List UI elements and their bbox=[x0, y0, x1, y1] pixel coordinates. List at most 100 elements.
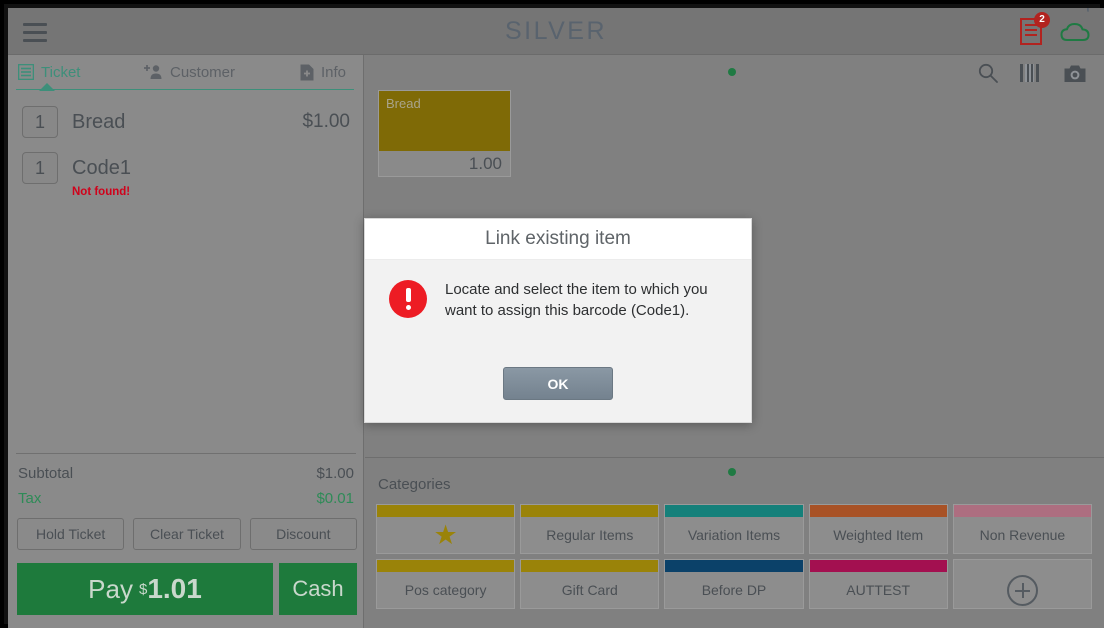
tab-info[interactable]: Info bbox=[300, 64, 346, 81]
items-page-indicator-dot bbox=[728, 68, 736, 76]
category-label: Weighted Item bbox=[833, 527, 924, 543]
category-non-revenue[interactable]: Non Revenue bbox=[952, 504, 1092, 554]
item-tile-price: 1.00 bbox=[379, 151, 510, 176]
category-auttest[interactable]: AUTTEST bbox=[808, 559, 948, 609]
add-category-button[interactable] bbox=[952, 559, 1092, 609]
brand-logo-text: SILVER bbox=[504, 17, 608, 45]
category-color-strip bbox=[521, 560, 659, 572]
active-tab-underline bbox=[16, 89, 354, 90]
category-gift-card[interactable]: Gift Card bbox=[520, 559, 660, 609]
plus-circle-icon bbox=[1006, 574, 1038, 606]
payment-buttons: Pay $ 1.01 Cash bbox=[17, 563, 357, 615]
category-color-strip bbox=[665, 505, 803, 517]
tax-label: Tax bbox=[18, 490, 42, 507]
category-before-dp[interactable]: Before DP bbox=[664, 559, 804, 609]
category-label: Variation Items bbox=[687, 527, 781, 543]
tax-value: $0.01 bbox=[316, 490, 354, 507]
items-toolbar bbox=[978, 63, 1086, 83]
ticket-action-buttons: Hold Ticket Clear Ticket Discount bbox=[17, 518, 357, 550]
file-add-icon bbox=[300, 64, 314, 80]
receipt-badge-count: 2 bbox=[1034, 12, 1050, 28]
category-pos-category[interactable]: Pos category bbox=[376, 559, 516, 609]
barcode-icon[interactable] bbox=[1020, 64, 1042, 82]
header-actions: 2 bbox=[1020, 8, 1090, 55]
ticket-tabs: Ticket Customer Info bbox=[8, 55, 364, 89]
add-person-icon bbox=[144, 65, 162, 79]
subtotal-row: Subtotal $1.00 bbox=[18, 465, 354, 482]
dialog-actions: OK bbox=[365, 367, 751, 400]
category-color-strip bbox=[377, 505, 515, 517]
subtotal-label: Subtotal bbox=[18, 465, 74, 482]
categories-label: Categories bbox=[378, 476, 451, 493]
dialog-body: Locate and select the item to which you … bbox=[365, 260, 751, 321]
categories-grid: ★ Regular Items Variation Items Weighted… bbox=[376, 504, 1092, 609]
pay-button[interactable]: Pay $ 1.01 bbox=[17, 563, 273, 615]
category-label: Gift Card bbox=[561, 582, 618, 598]
cash-button[interactable]: Cash bbox=[279, 563, 357, 615]
line-price: $1.00 bbox=[302, 111, 350, 132]
ok-button[interactable]: OK bbox=[503, 367, 613, 400]
pay-amount: 1.01 bbox=[147, 573, 202, 604]
hold-ticket-button[interactable]: Hold Ticket bbox=[17, 518, 125, 550]
line-qty[interactable]: 1 bbox=[22, 106, 58, 138]
category-label: Pos category bbox=[404, 582, 487, 598]
tablet-device-frame: SILVER 2 Ticket Customer Info 1 Bread $1… bbox=[0, 0, 1104, 628]
brand-logo: SILVER bbox=[8, 8, 1104, 55]
category-regular-items[interactable]: Regular Items bbox=[520, 504, 660, 554]
category-color-strip bbox=[809, 505, 947, 517]
pos-app-screen: SILVER 2 Ticket Customer Info 1 Bread $1… bbox=[8, 8, 1104, 628]
category-label bbox=[954, 572, 1091, 608]
app-header-bar: SILVER 2 bbox=[8, 8, 1104, 55]
category-label: Non Revenue bbox=[979, 527, 1066, 543]
category-color-strip bbox=[809, 560, 947, 572]
category-favorites[interactable]: ★ bbox=[376, 504, 516, 554]
totals-divider bbox=[16, 453, 356, 454]
discount-button[interactable]: Discount bbox=[249, 518, 357, 550]
category-label: Regular Items bbox=[546, 527, 634, 543]
pay-currency: $ bbox=[138, 580, 148, 598]
search-icon[interactable] bbox=[978, 63, 998, 83]
dialog-message: Locate and select the item to which you … bbox=[445, 281, 708, 319]
category-label: ★ bbox=[377, 517, 514, 553]
receipt-icon[interactable]: 2 bbox=[1020, 12, 1050, 45]
category-label: Before DP bbox=[701, 582, 767, 598]
pay-label: Pay bbox=[88, 573, 133, 604]
categories-page-indicator-dot bbox=[728, 468, 736, 476]
hamburger-menu-icon[interactable] bbox=[18, 20, 52, 44]
category-color-strip bbox=[665, 560, 803, 572]
category-color-strip bbox=[377, 560, 515, 572]
categories-pane: Categories ★ Regular Items Variation Ite… bbox=[365, 457, 1104, 628]
category-label: AUTTEST bbox=[846, 582, 911, 598]
ticket-line-item[interactable]: 1 Code1 Not found! bbox=[8, 145, 364, 198]
category-color-strip bbox=[953, 505, 1091, 517]
category-color-strip bbox=[954, 560, 1091, 572]
tax-row: Tax $0.01 bbox=[18, 490, 354, 507]
tab-customer[interactable]: Customer bbox=[143, 64, 235, 81]
tab-ticket-label: Ticket bbox=[41, 63, 81, 81]
tab-customer-label: Customer bbox=[170, 63, 236, 81]
subtotal-value: $1.00 bbox=[316, 465, 354, 482]
line-error-note: Not found! bbox=[72, 186, 131, 198]
line-name: Bread bbox=[72, 110, 126, 133]
dialog-title: Link existing item bbox=[365, 219, 751, 260]
line-name: Code1 bbox=[72, 156, 131, 179]
category-weighted-item[interactable]: Weighted Item bbox=[808, 504, 948, 554]
star-icon: ★ bbox=[433, 519, 458, 550]
item-tile-name: Bread bbox=[379, 91, 510, 151]
link-existing-item-dialog: Link existing item Locate and select the… bbox=[364, 218, 752, 423]
list-icon bbox=[18, 64, 34, 80]
camera-icon[interactable] bbox=[1064, 64, 1086, 83]
active-tab-caret bbox=[39, 83, 55, 91]
line-qty[interactable]: 1 bbox=[22, 152, 58, 184]
cloud-icon[interactable] bbox=[1060, 21, 1090, 43]
clear-ticket-button[interactable]: Clear Ticket bbox=[133, 518, 241, 550]
tab-info-label: Info bbox=[320, 63, 346, 81]
item-tile-bread[interactable]: Bread 1.00 bbox=[378, 90, 511, 177]
category-variation-items[interactable]: Variation Items bbox=[664, 504, 804, 554]
ticket-line-item[interactable]: 1 Bread $1.00 bbox=[8, 99, 364, 145]
ticket-line-list: 1 Bread $1.00 1 Code1 Not found! bbox=[8, 99, 364, 198]
category-color-strip bbox=[521, 505, 659, 517]
error-exclamation-icon bbox=[389, 280, 427, 318]
tab-ticket[interactable]: Ticket bbox=[18, 64, 80, 81]
ticket-panel: Ticket Customer Info 1 Bread $1.00 1 Cod… bbox=[8, 55, 364, 628]
